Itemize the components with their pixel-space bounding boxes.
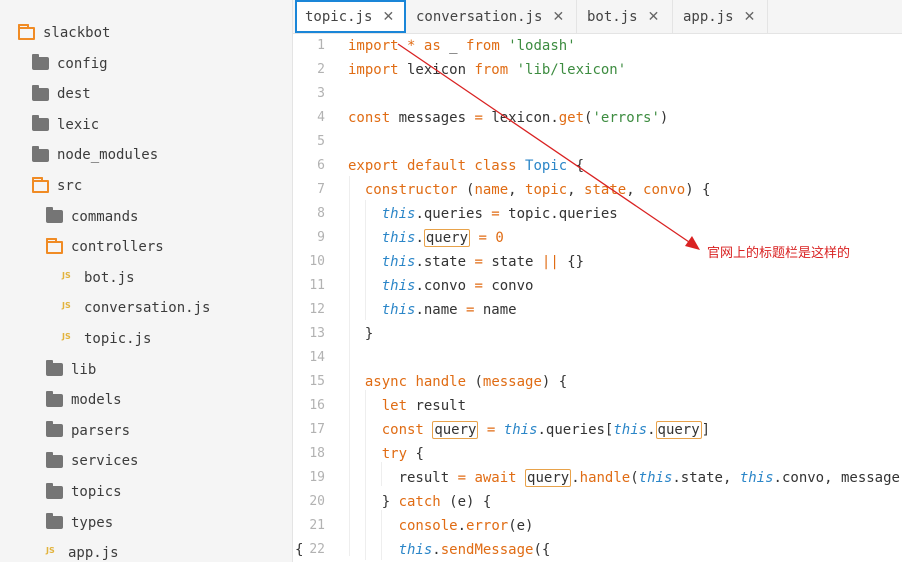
close-icon[interactable]: ✕ [382, 9, 394, 25]
tree-item-models[interactable]: models [46, 389, 122, 411]
tree-item-node-modules[interactable]: node_modules [32, 144, 158, 166]
tree-item-app-js[interactable]: JS app.js [46, 542, 119, 564]
js-file-icon: JS [62, 301, 71, 311]
tab-label: topic.js [305, 8, 373, 25]
tree-item-label: parsers [71, 422, 131, 439]
tree-item-topic-js[interactable]: JS topic.js [62, 328, 151, 350]
tree-item-label: lexic [57, 116, 100, 133]
folder-icon [46, 390, 63, 407]
open-folder-icon [46, 237, 63, 254]
tab-conversation-js[interactable]: conversation.js ✕ [406, 0, 577, 33]
code-editor[interactable]: 1 import * as _ from 'lodash' 2 import lex… [293, 34, 902, 562]
folder-icon [46, 360, 63, 377]
folder-icon [46, 207, 63, 224]
tree-item-config[interactable]: config [32, 53, 108, 75]
js-file-icon: JS [62, 332, 71, 341]
close-icon[interactable]: ✕ [648, 9, 660, 25]
tree-item-label: lib [71, 361, 97, 378]
tree-item-label: node_modules [57, 147, 159, 164]
open-folder-icon [32, 176, 49, 193]
tree-item-label: dest [57, 86, 91, 103]
annotation-note: 官网上的标题栏是这样的 [707, 246, 851, 261]
file-tree-sidebar: slackbot config dest lexic node_modulessrc co… [0, 0, 293, 562]
tree-item-label: types [71, 514, 114, 531]
folder-icon [32, 145, 49, 162]
open-folder-icon [18, 23, 35, 40]
tree-item-types[interactable]: types [46, 512, 113, 534]
tree-item-label: topics [71, 484, 122, 500]
tab-bot-js[interactable]: bot.js ✕ [577, 0, 673, 33]
tab-label: app.js [683, 8, 734, 25]
tree-item-lexic[interactable]: lexic [32, 114, 99, 136]
tree-item-label: controllers [71, 239, 164, 256]
tab-label: bot.js [587, 8, 638, 25]
tree-item-label: slackbot [43, 25, 111, 41]
close-icon[interactable]: ✕ [744, 9, 756, 25]
tree-item-src[interactable]: src [32, 175, 82, 197]
tree-item-label: models [71, 392, 122, 409]
tab-topic-js[interactable]: topic.js ✕ [295, 0, 406, 33]
folder-icon [32, 115, 49, 132]
tree-item-label: bot.js [84, 269, 135, 286]
js-file-icon: JS [46, 546, 55, 556]
folder-icon [46, 482, 63, 499]
tab-label: conversation.js [416, 8, 543, 25]
folder-icon [46, 513, 63, 530]
tab-bar: topic.js ✕ conversation.js ✕ bot.js ✕ app.js ✕ [293, 0, 902, 34]
tree-item-label: src [57, 178, 83, 194]
tree-item-commands[interactable]: commands [46, 206, 138, 228]
tree-item-parsers[interactable]: parsers [46, 420, 130, 442]
tree-item-topics[interactable]: topics [46, 481, 122, 503]
folder-icon [32, 84, 49, 101]
tree-item-label: services [71, 453, 139, 470]
js-file-icon: JS [62, 270, 71, 280]
folder-icon [46, 451, 63, 468]
tree-item-slackbot[interactable]: slackbot [18, 22, 110, 44]
tree-item-label: commands [71, 208, 139, 225]
tab-app-js[interactable]: app.js ✕ [673, 0, 768, 33]
tree-item-dest[interactable]: dest [32, 83, 91, 105]
folder-icon [32, 54, 49, 71]
close-icon[interactable]: ✕ [552, 9, 564, 25]
tree-item-controllers[interactable]: controllers [46, 236, 164, 258]
tree-item-label: conversation.js [84, 300, 211, 317]
tree-item-label: app.js [68, 545, 119, 562]
tree-item-conversation-js[interactable]: JS conversation.js [62, 297, 210, 319]
folder-icon [46, 421, 63, 438]
tree-item-label: topic.js [84, 331, 152, 347]
tree-item-label: config [57, 55, 108, 72]
tree-item-bot-js[interactable]: JS bot.js [62, 267, 135, 289]
tree-item-lib[interactable]: lib [46, 359, 96, 381]
tree-item-services[interactable]: services [46, 450, 138, 472]
